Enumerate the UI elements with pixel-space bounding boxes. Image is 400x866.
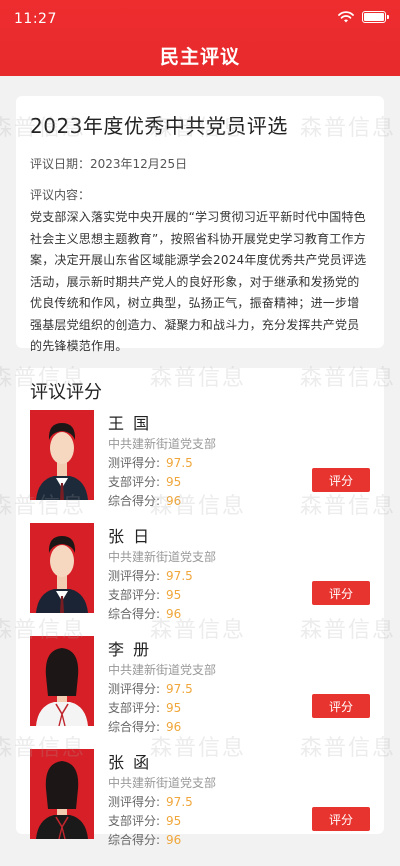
battery-icon (362, 11, 389, 23)
total-score-label: 综合得分: (108, 720, 161, 734)
branch-score-row: 支部评分: 95 (108, 812, 181, 829)
total-score-row: 综合得分: 96 (108, 605, 181, 622)
eval-score-label: 测评得分: (108, 795, 161, 809)
total-score-label: 综合得分: (108, 607, 161, 621)
total-score-value: 96 (166, 720, 182, 734)
eval-score-label: 测评得分: (108, 456, 161, 470)
person-item: 张 函中共建新街道党支部 测评得分: 97.5 支部评分: 95 综合得分: 96 评分 (30, 749, 370, 849)
eval-score-label: 测评得分: (108, 682, 161, 696)
notice-title: 2023年度优秀中共党员评选 (30, 114, 288, 138)
section-title: 评议评分 (30, 382, 102, 403)
avatar (30, 523, 94, 613)
eval-score-value: 97.5 (166, 682, 193, 696)
person-item: 王 国中共建新街道党支部 测评得分: 97.5 支部评分: 95 综合得分: 96 评分 (30, 410, 370, 510)
eval-score-value: 97.5 (166, 569, 193, 583)
total-score-value: 96 (166, 494, 182, 508)
total-score-value: 96 (166, 833, 182, 847)
notice-card: 2023年度优秀中共党员评选 评议日期：2023年12月25日 评议内容： 党支… (16, 96, 384, 353)
total-score-row: 综合得分: 96 (108, 718, 181, 735)
branch-score-row: 支部评分: 95 (108, 473, 181, 490)
branch-score-label: 支部评分: (108, 701, 161, 715)
person-name: 李 册 (108, 640, 152, 659)
rate-button[interactable]: 评分 (312, 694, 370, 718)
avatar (30, 410, 94, 500)
avatar (30, 636, 94, 726)
person-org: 中共建新街道党支部 (108, 663, 217, 677)
eval-score-value: 97.5 (166, 795, 193, 809)
person-org: 中共建新街道党支部 (108, 550, 217, 564)
eval-score-row: 测评得分: 97.5 (108, 793, 193, 810)
page-title: 民主评议 (159, 46, 240, 68)
status-time: 11:27 (14, 11, 57, 27)
wifi-icon (338, 11, 354, 23)
rate-button[interactable]: 评分 (312, 468, 370, 492)
branch-score-value: 95 (166, 475, 182, 489)
branch-score-row: 支部评分: 95 (108, 586, 181, 603)
branch-score-value: 95 (166, 588, 182, 602)
eval-score-row: 测评得分: 97.5 (108, 680, 193, 697)
eval-score-value: 97.5 (166, 456, 193, 470)
person-item: 李 册中共建新街道党支部 测评得分: 97.5 支部评分: 95 综合得分: 96 评分 (30, 636, 370, 736)
eval-score-row: 测评得分: 97.5 (108, 567, 193, 584)
app-header: 11:27 民主评议 (0, 0, 400, 76)
person-name: 张 日 (108, 527, 152, 546)
notice-date: 评议日期：2023年12月25日 (30, 157, 188, 171)
branch-score-value: 95 (166, 701, 182, 715)
total-score-label: 综合得分: (108, 833, 161, 847)
total-score-row: 综合得分: 96 (108, 492, 181, 509)
notice-content: 党支部深入落实党中央开展的“学习贯彻习近平新时代中国特色社会主义思想主题教育”，… (30, 210, 367, 353)
branch-score-value: 95 (166, 814, 182, 828)
rate-button[interactable]: 评分 (312, 581, 370, 605)
total-score-label: 综合得分: (108, 494, 161, 508)
notice-content-label: 评议内容： (30, 188, 91, 202)
total-score-value: 96 (166, 607, 182, 621)
person-name: 王 国 (108, 414, 152, 433)
branch-score-label: 支部评分: (108, 588, 161, 602)
person-org: 中共建新街道党支部 (108, 437, 217, 451)
branch-score-label: 支部评分: (108, 475, 161, 489)
person-org: 中共建新街道党支部 (108, 776, 217, 790)
branch-score-label: 支部评分: (108, 814, 161, 828)
total-score-row: 综合得分: 96 (108, 831, 181, 848)
person-item: 张 日中共建新街道党支部 测评得分: 97.5 支部评分: 95 综合得分: 96 评分 (30, 523, 370, 623)
review-card: 评议评分 王 国中共建新街道党支部 测评得分: 97.5 支部评分: 95 综合得分: 96… (16, 368, 384, 847)
eval-score-label: 测评得分: (108, 569, 161, 583)
eval-score-row: 测评得分: 97.5 (108, 454, 193, 471)
avatar (30, 749, 94, 839)
status-icons (338, 10, 389, 24)
rate-button[interactable]: 评分 (312, 807, 370, 831)
branch-score-row: 支部评分: 95 (108, 699, 181, 716)
person-name: 张 函 (108, 753, 152, 772)
